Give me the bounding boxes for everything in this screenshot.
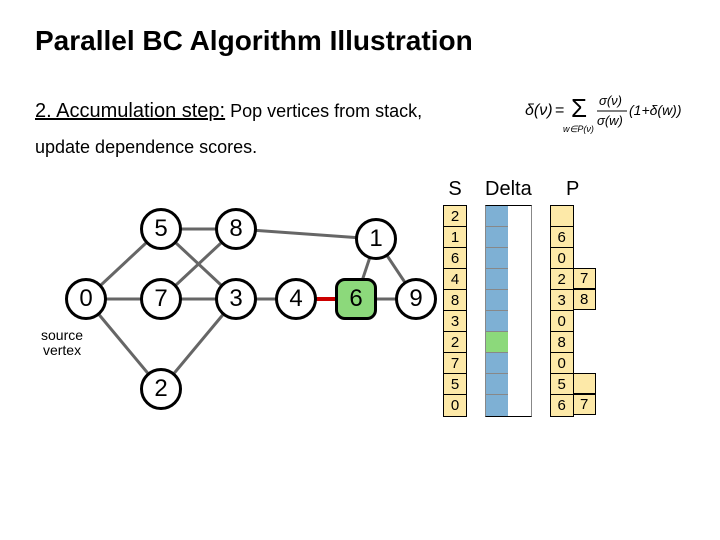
p-cell: 0 — [551, 353, 573, 374]
stack-cell: 5 — [444, 374, 466, 395]
delta-column: Delta — [485, 178, 532, 417]
formula-tail: (1+δ(w)) — [629, 102, 682, 118]
source-vertex-label: sourcevertex — [41, 328, 83, 359]
p-side-cell: 8 — [574, 289, 596, 310]
p-side-cell — [574, 247, 596, 268]
stack-cell: 2 — [444, 206, 466, 227]
p-side-cell: 7 — [574, 268, 596, 289]
p-cell: 0 — [551, 248, 573, 269]
p-cell: 8 — [551, 332, 573, 353]
delta-header: Delta — [485, 178, 532, 201]
p-side-cell — [574, 352, 596, 373]
stack-column: S 2164832750 — [443, 178, 467, 417]
p-side-cell — [574, 310, 596, 331]
p-side: 787 — [574, 205, 596, 417]
delta-cell — [486, 353, 508, 374]
step-rest: Pop vertices from stack, — [225, 101, 422, 121]
formula-eq: = — [555, 102, 564, 119]
delta-cell — [486, 374, 508, 395]
stack-cell: 2 — [444, 332, 466, 353]
delta-cell — [486, 395, 508, 416]
p-column: P 602308056 787 — [550, 178, 596, 417]
p-side-cell — [574, 226, 596, 247]
step-line: 2. Accumulation step: Pop vertices from … — [35, 87, 685, 135]
delta-cell — [486, 248, 508, 269]
p-header: P — [550, 178, 596, 201]
p-side-cell: 7 — [574, 394, 596, 415]
formula: δ(ν) = Σ w∈P(ν) σ(ν) σ(w) (1+δ(w)) — [525, 87, 685, 135]
p-cell: 6 — [551, 227, 573, 248]
p-cell: 6 — [551, 395, 573, 416]
delta-bar — [485, 205, 532, 417]
graph: sourcevertex 0572834619 — [35, 178, 425, 428]
main-row: sourcevertex 0572834619 S 2164832750 Del… — [35, 178, 685, 428]
delta-cell — [486, 206, 508, 227]
stack-s: 2164832750 — [443, 205, 467, 417]
p-side-cell — [574, 205, 596, 226]
stack-header: S — [443, 178, 467, 201]
node-2: 2 — [140, 368, 182, 410]
stack-cell: 0 — [444, 395, 466, 416]
stack-cell: 4 — [444, 269, 466, 290]
node-4: 4 — [275, 278, 317, 320]
stack-cell: 1 — [444, 227, 466, 248]
page-title: Parallel BC Algorithm Illustration — [35, 25, 685, 57]
step-label: 2. Accumulation step: — [35, 100, 225, 122]
stack-cell: 6 — [444, 248, 466, 269]
node-3: 3 — [215, 278, 257, 320]
stack-cell: 7 — [444, 353, 466, 374]
p-cell: 2 — [551, 269, 573, 290]
formula-den: σ(w) — [597, 113, 623, 128]
node-7: 7 — [140, 278, 182, 320]
node-9: 9 — [395, 278, 437, 320]
stack-cell: 8 — [444, 290, 466, 311]
formula-num: σ(ν) — [599, 93, 622, 108]
p-cell: 3 — [551, 290, 573, 311]
delta-cell — [486, 290, 508, 311]
delta-cell — [486, 227, 508, 248]
node-0: 0 — [65, 278, 107, 320]
formula-sigma: Σ — [571, 93, 587, 123]
stack-cell: 3 — [444, 311, 466, 332]
formula-lhs: δ(ν) — [525, 102, 553, 119]
node-5: 5 — [140, 208, 182, 250]
p-side-cell — [574, 373, 596, 394]
node-6: 6 — [335, 278, 377, 320]
formula-sub: w∈P(ν) — [563, 124, 594, 134]
p-cell — [551, 206, 573, 227]
p-cell: 0 — [551, 311, 573, 332]
node-1: 1 — [355, 218, 397, 260]
p-cell: 5 — [551, 374, 573, 395]
p-main: 602308056 — [550, 205, 574, 417]
delta-cell — [486, 269, 508, 290]
node-8: 8 — [215, 208, 257, 250]
delta-cell — [486, 311, 508, 332]
p-side-cell — [574, 331, 596, 352]
delta-cell — [486, 332, 508, 353]
step-subtitle: update dependence scores. — [35, 137, 685, 158]
